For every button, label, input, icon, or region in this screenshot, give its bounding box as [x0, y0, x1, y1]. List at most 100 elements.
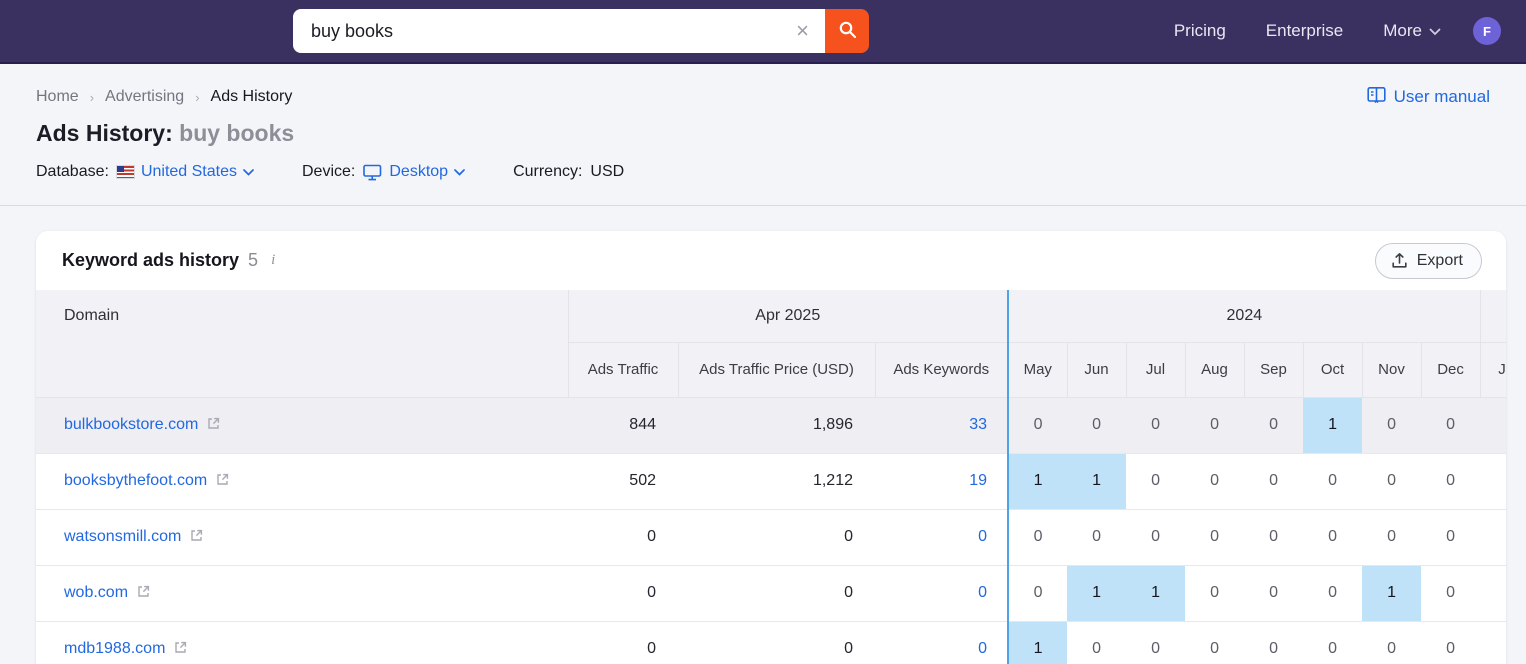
column-header: Ads Traffic Price (USD) [678, 342, 875, 397]
month-cell: 0 [1362, 621, 1421, 664]
external-link-icon[interactable] [174, 641, 187, 659]
month-cell: 0 [1185, 453, 1244, 509]
month-header: Oct [1303, 342, 1362, 397]
ads-keywords-cell: 33 [875, 397, 1008, 453]
nav-link-enterprise[interactable]: Enterprise [1266, 21, 1343, 41]
column-header: Ads Traffic [568, 342, 678, 397]
navbar-right: Pricing Enterprise More F [1174, 17, 1501, 45]
month-cell[interactable]: 1 [1067, 453, 1126, 509]
table-row: bulkbookstore.com8441,89633000001000 [36, 397, 1506, 453]
month-cell: 0 [1244, 621, 1303, 664]
search-input[interactable] [311, 21, 788, 42]
month-cell: 0 [1185, 565, 1244, 621]
month-cell: 0 [1303, 453, 1362, 509]
external-link-icon[interactable] [216, 473, 229, 491]
database-selector[interactable]: United States [117, 163, 254, 181]
month-cell: 0 [1421, 509, 1480, 565]
ads-keywords-cell: 19 [875, 453, 1008, 509]
month-cell[interactable]: 1 [1362, 565, 1421, 621]
month-cell: 0 [1244, 565, 1303, 621]
result-count: 5 [248, 250, 258, 271]
column-header: Ads Keywords [875, 342, 1008, 397]
month-cell[interactable]: 1 [1067, 565, 1126, 621]
month-cell: 0 [1067, 397, 1126, 453]
nav-link-pricing[interactable]: Pricing [1174, 21, 1226, 41]
domain-cell: wob.com [36, 565, 568, 621]
ads-traffic-cell: 0 [568, 565, 678, 621]
ads-keywords-link[interactable]: 0 [978, 584, 987, 601]
nav-more-menu[interactable]: More [1383, 21, 1441, 41]
month-header: Jul [1126, 342, 1185, 397]
domain-cell: mdb1988.com [36, 621, 568, 664]
nav-more-label: More [1383, 21, 1422, 41]
ads-traffic-price-cell: 0 [678, 565, 875, 621]
month-cell: 0 [1303, 509, 1362, 565]
ads-traffic-price-cell: 0 [678, 621, 875, 664]
export-button[interactable]: Export [1375, 243, 1482, 279]
us-flag-icon [117, 166, 134, 178]
currency-value: USD [590, 163, 624, 181]
domain-link[interactable]: mdb1988.com [64, 640, 165, 657]
month-cell: 0 [1067, 621, 1126, 664]
month-cell: 0 [1480, 621, 1506, 664]
domain-link[interactable]: wob.com [64, 584, 128, 601]
ads-traffic-cell: 0 [568, 509, 678, 565]
chevron-down-icon [243, 163, 254, 181]
keyword-ads-history-grid: DomainApr 20252024Ads TrafficAds Traffic… [36, 290, 1506, 664]
month-cell: 0 [1126, 621, 1185, 664]
chevron-down-icon [454, 163, 465, 181]
table-row: wob.com000011000100 [36, 565, 1506, 621]
external-link-icon[interactable] [137, 585, 150, 603]
month-cell[interactable]: 1 [1126, 565, 1185, 621]
month-cell: 0 [1126, 453, 1185, 509]
user-avatar[interactable]: F [1473, 17, 1501, 45]
ads-keywords-cell: 0 [875, 509, 1008, 565]
ads-traffic-price-cell: 1,212 [678, 453, 875, 509]
ads-keywords-link[interactable]: 19 [969, 472, 987, 489]
currency-label: Currency: [513, 163, 582, 181]
month-cell: 0 [1067, 509, 1126, 565]
ads-traffic-cell: 0 [568, 621, 678, 664]
month-cell: 0 [1008, 509, 1067, 565]
ads-keywords-link[interactable]: 0 [978, 528, 987, 545]
month-cell: 0 [1185, 397, 1244, 453]
group-header-next [1480, 290, 1506, 342]
domain-cell: bulkbookstore.com [36, 397, 568, 453]
month-cell: 0 [1185, 621, 1244, 664]
device-value: Desktop [389, 163, 448, 181]
device-selector[interactable]: Desktop [363, 163, 465, 181]
breadcrumb: Home › Advertising › Ads History [36, 88, 292, 106]
month-header: Aug [1185, 342, 1244, 397]
user-manual-link[interactable]: User manual [1367, 86, 1490, 108]
breadcrumb-advertising[interactable]: Advertising [105, 88, 184, 106]
breadcrumb-current: Ads History [211, 88, 293, 106]
ads-keywords-link[interactable]: 33 [969, 416, 987, 433]
external-link-icon[interactable] [207, 417, 220, 435]
month-cell: 0 [1421, 453, 1480, 509]
month-cell: 0 [1303, 565, 1362, 621]
info-icon[interactable]: i [271, 252, 275, 269]
domain-link[interactable]: booksbythefoot.com [64, 472, 207, 489]
external-link-icon[interactable] [190, 529, 203, 547]
database-value: United States [141, 163, 237, 181]
search-button[interactable] [825, 9, 869, 53]
ads-keywords-cell: 0 [875, 565, 1008, 621]
domain-link[interactable]: watsonsmill.com [64, 528, 181, 545]
breadcrumb-home[interactable]: Home [36, 88, 79, 106]
month-cell: 0 [1480, 397, 1506, 453]
month-cell: 0 [1480, 509, 1506, 565]
export-label: Export [1417, 252, 1463, 270]
ads-keywords-link[interactable]: 0 [978, 640, 987, 657]
month-cell[interactable]: 1 [1008, 621, 1067, 664]
clear-search-icon[interactable]: × [788, 20, 817, 42]
month-cell[interactable]: 1 [1303, 397, 1362, 453]
month-header: Nov [1362, 342, 1421, 397]
domain-link[interactable]: bulkbookstore.com [64, 416, 198, 433]
month-cell[interactable]: 1 [1008, 453, 1067, 509]
table-row: watsonsmill.com000000000000 [36, 509, 1506, 565]
month-cell: 0 [1480, 453, 1506, 509]
ads-traffic-cell: 502 [568, 453, 678, 509]
card-title: Keyword ads history [62, 250, 239, 271]
search-input-wrap: × [293, 9, 825, 53]
month-cell: 0 [1185, 509, 1244, 565]
